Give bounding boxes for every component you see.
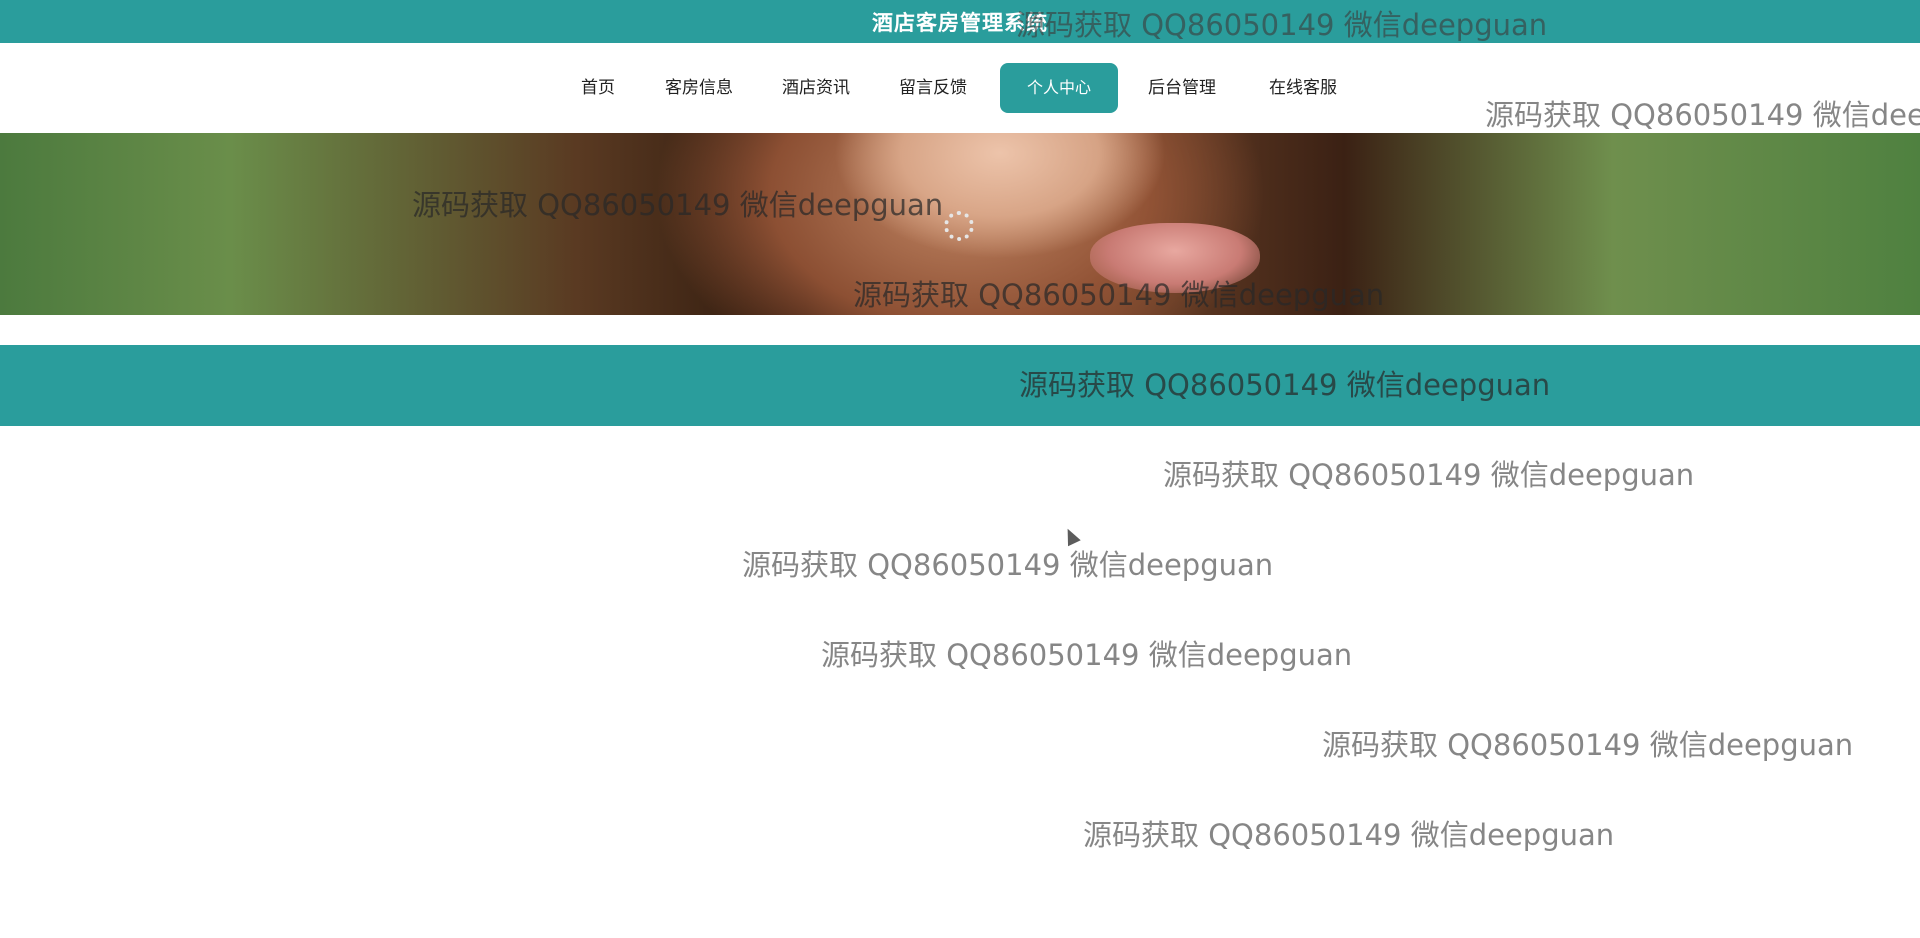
watermark-text: 源码获取 QQ86050149 微信deepguan xyxy=(821,638,1353,672)
nav-item-profile[interactable]: 个人中心 xyxy=(1000,63,1118,113)
top-header-bar: 酒店客房管理系统 xyxy=(0,0,1920,43)
nav-item-feedback[interactable]: 留言反馈 xyxy=(890,63,976,113)
loading-spinner-icon xyxy=(944,211,974,241)
watermark-text: 源码获取 QQ86050149 微信deepguan xyxy=(1322,728,1854,762)
banner-carousel-image[interactable] xyxy=(0,133,1920,315)
site-title: 酒店客房管理系统 xyxy=(872,11,1048,35)
nav-item-rooms[interactable]: 客房信息 xyxy=(656,63,742,113)
watermark-text: 源码获取 QQ86050149 微信deepguan xyxy=(1163,458,1695,492)
nav-item-admin[interactable]: 后台管理 xyxy=(1139,63,1225,113)
section-header-band xyxy=(0,345,1920,426)
watermark-text: 源码获取 QQ86050149 微信deepguan xyxy=(742,548,1274,582)
nav-item-service[interactable]: 在线客服 xyxy=(1260,63,1346,113)
nav-item-news[interactable]: 酒店资讯 xyxy=(773,63,859,113)
main-nav: 首页 客房信息 酒店资讯 留言反馈 个人中心 后台管理 在线客服 xyxy=(0,43,1920,133)
banner-photo-detail xyxy=(1090,223,1260,293)
watermark-text: 源码获取 QQ86050149 微信deepguan xyxy=(1083,818,1615,852)
mouse-cursor-icon xyxy=(1061,525,1081,547)
nav-item-home[interactable]: 首页 xyxy=(567,63,629,113)
